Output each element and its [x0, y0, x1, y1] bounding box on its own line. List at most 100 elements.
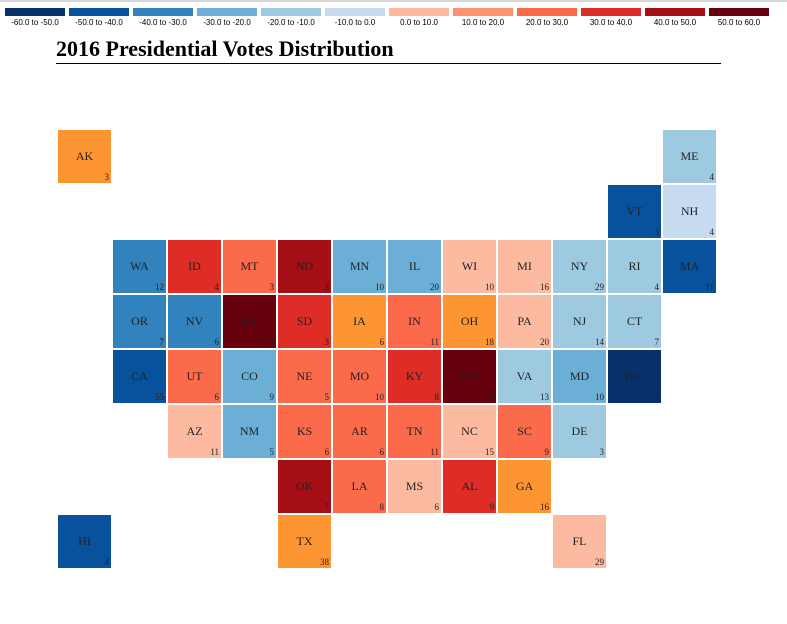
state-abbr: HI — [78, 534, 91, 548]
state-tile-la[interactable]: LA 8 — [333, 460, 386, 513]
state-tile-nm[interactable]: NM 5 — [223, 405, 276, 458]
state-tile-mi[interactable]: MI 16 — [498, 240, 551, 293]
state-tile-nc[interactable]: NC 15 — [443, 405, 496, 458]
state-tile-ar[interactable]: AR 6 — [333, 405, 386, 458]
electoral-votes: 4 — [214, 282, 220, 292]
electoral-votes: 38 — [320, 557, 329, 567]
state-tile-id[interactable]: ID 4 — [168, 240, 221, 293]
electoral-votes: 3 — [654, 227, 660, 237]
electoral-votes: 9 — [544, 447, 550, 457]
state-abbr: IL — [408, 259, 421, 273]
state-tile-ky[interactable]: KY 8 — [388, 350, 441, 403]
state-abbr: ME — [680, 149, 699, 163]
state-abbr: RI — [628, 259, 641, 273]
state-abbr: VT — [626, 204, 643, 218]
electoral-votes: 11 — [430, 337, 439, 347]
electoral-votes: 10 — [485, 282, 494, 292]
state-tile-tn[interactable]: TN 11 — [388, 405, 441, 458]
state-abbr: MO — [349, 369, 370, 383]
state-tile-oh[interactable]: OH 18 — [443, 295, 496, 348]
state-tile-wi[interactable]: WI 10 — [443, 240, 496, 293]
state-tile-vt[interactable]: VT 3 — [608, 185, 661, 238]
state-tile-mn[interactable]: MN 10 — [333, 240, 386, 293]
state-abbr: NE — [296, 369, 313, 383]
state-tile-ma[interactable]: MA 11 — [663, 240, 716, 293]
electoral-votes: 9 — [269, 392, 275, 402]
state-abbr: WI — [461, 259, 478, 273]
state-tile-sc[interactable]: SC 9 — [498, 405, 551, 458]
electoral-votes: 3 — [324, 282, 330, 292]
state-abbr: D.C — [624, 369, 645, 383]
electoral-votes: 4 — [709, 227, 715, 237]
state-tile-wa[interactable]: WA 12 — [113, 240, 166, 293]
state-tile-sd[interactable]: SD 3 — [278, 295, 331, 348]
state-tile-az[interactable]: AZ 11 — [168, 405, 221, 458]
state-tile-ok[interactable]: OK 7 — [278, 460, 331, 513]
state-tile-ca[interactable]: CA 55 — [113, 350, 166, 403]
state-tile-ne[interactable]: NE 5 — [278, 350, 331, 403]
electoral-votes: 29 — [595, 282, 604, 292]
state-tile-ny[interactable]: NY 29 — [553, 240, 606, 293]
state-abbr: LA — [351, 479, 368, 493]
state-abbr: KS — [296, 424, 313, 438]
state-abbr: PA — [517, 314, 532, 328]
state-tile-hi[interactable]: HI 4 — [58, 515, 111, 568]
state-tile-fl[interactable]: FL 29 — [553, 515, 606, 568]
electoral-votes: 10 — [595, 392, 604, 402]
state-tile-wy[interactable]: WY 3 — [223, 295, 276, 348]
state-tile-nd[interactable]: ND 3 — [278, 240, 331, 293]
state-tile-de[interactable]: DE 3 — [553, 405, 606, 458]
state-tile-in[interactable]: IN 11 — [388, 295, 441, 348]
state-abbr: CA — [131, 369, 148, 383]
state-tile-mt[interactable]: MT 3 — [223, 240, 276, 293]
electoral-votes: 7 — [159, 337, 165, 347]
state-abbr: IN — [408, 314, 421, 328]
electoral-votes: 16 — [540, 502, 549, 512]
state-tile-me[interactable]: ME 4 — [663, 130, 716, 183]
electoral-votes: 6 — [214, 337, 220, 347]
state-tile-ri[interactable]: RI 4 — [608, 240, 661, 293]
electoral-votes: 55 — [155, 392, 164, 402]
electoral-votes: 10 — [375, 392, 384, 402]
state-abbr: AL — [461, 479, 478, 493]
state-tile-pa[interactable]: PA 20 — [498, 295, 551, 348]
state-abbr: ID — [188, 259, 201, 273]
electoral-votes: 16 — [540, 282, 549, 292]
state-tile-il[interactable]: IL 20 — [388, 240, 441, 293]
state-tile-ks[interactable]: KS 6 — [278, 405, 331, 458]
state-abbr: TN — [406, 424, 423, 438]
state-abbr: NM — [239, 424, 260, 438]
state-abbr: NH — [680, 204, 699, 218]
state-abbr: NJ — [572, 314, 587, 328]
state-abbr: VA — [516, 369, 533, 383]
state-tile-nh[interactable]: NH 4 — [663, 185, 716, 238]
state-tile-nj[interactable]: NJ 14 — [553, 295, 606, 348]
state-tile-nv[interactable]: NV 6 — [168, 295, 221, 348]
state-tile-va[interactable]: VA 13 — [498, 350, 551, 403]
state-tile-wv[interactable]: WV 5 — [443, 350, 496, 403]
state-abbr: FL — [572, 534, 587, 548]
state-tile-ak[interactable]: AK 3 — [58, 130, 111, 183]
state-abbr: AR — [351, 424, 368, 438]
electoral-votes: 4 — [104, 557, 110, 567]
state-tile-ut[interactable]: UT 6 — [168, 350, 221, 403]
state-tile-tx[interactable]: TX 38 — [278, 515, 331, 568]
state-abbr: ND — [295, 259, 314, 273]
state-tile-or[interactable]: OR 7 — [113, 295, 166, 348]
state-tile-ms[interactable]: MS 6 — [388, 460, 441, 513]
state-abbr: DE — [571, 424, 588, 438]
state-tile-al[interactable]: AL 9 — [443, 460, 496, 513]
electoral-votes: 3 — [324, 337, 330, 347]
state-abbr: TX — [296, 534, 313, 548]
state-tile-ia[interactable]: IA 6 — [333, 295, 386, 348]
state-abbr: GA — [515, 479, 534, 493]
state-tile-mo[interactable]: MO 10 — [333, 350, 386, 403]
state-tile-ga[interactable]: GA 16 — [498, 460, 551, 513]
state-tile-ct[interactable]: CT 7 — [608, 295, 661, 348]
state-abbr: IA — [353, 314, 366, 328]
electoral-votes: 11 — [430, 447, 439, 457]
state-tile-md[interactable]: MD 10 — [553, 350, 606, 403]
state-tile-co[interactable]: CO 9 — [223, 350, 276, 403]
state-abbr: KY — [405, 369, 424, 383]
state-tile-dc[interactable]: D.C 3 — [608, 350, 661, 403]
